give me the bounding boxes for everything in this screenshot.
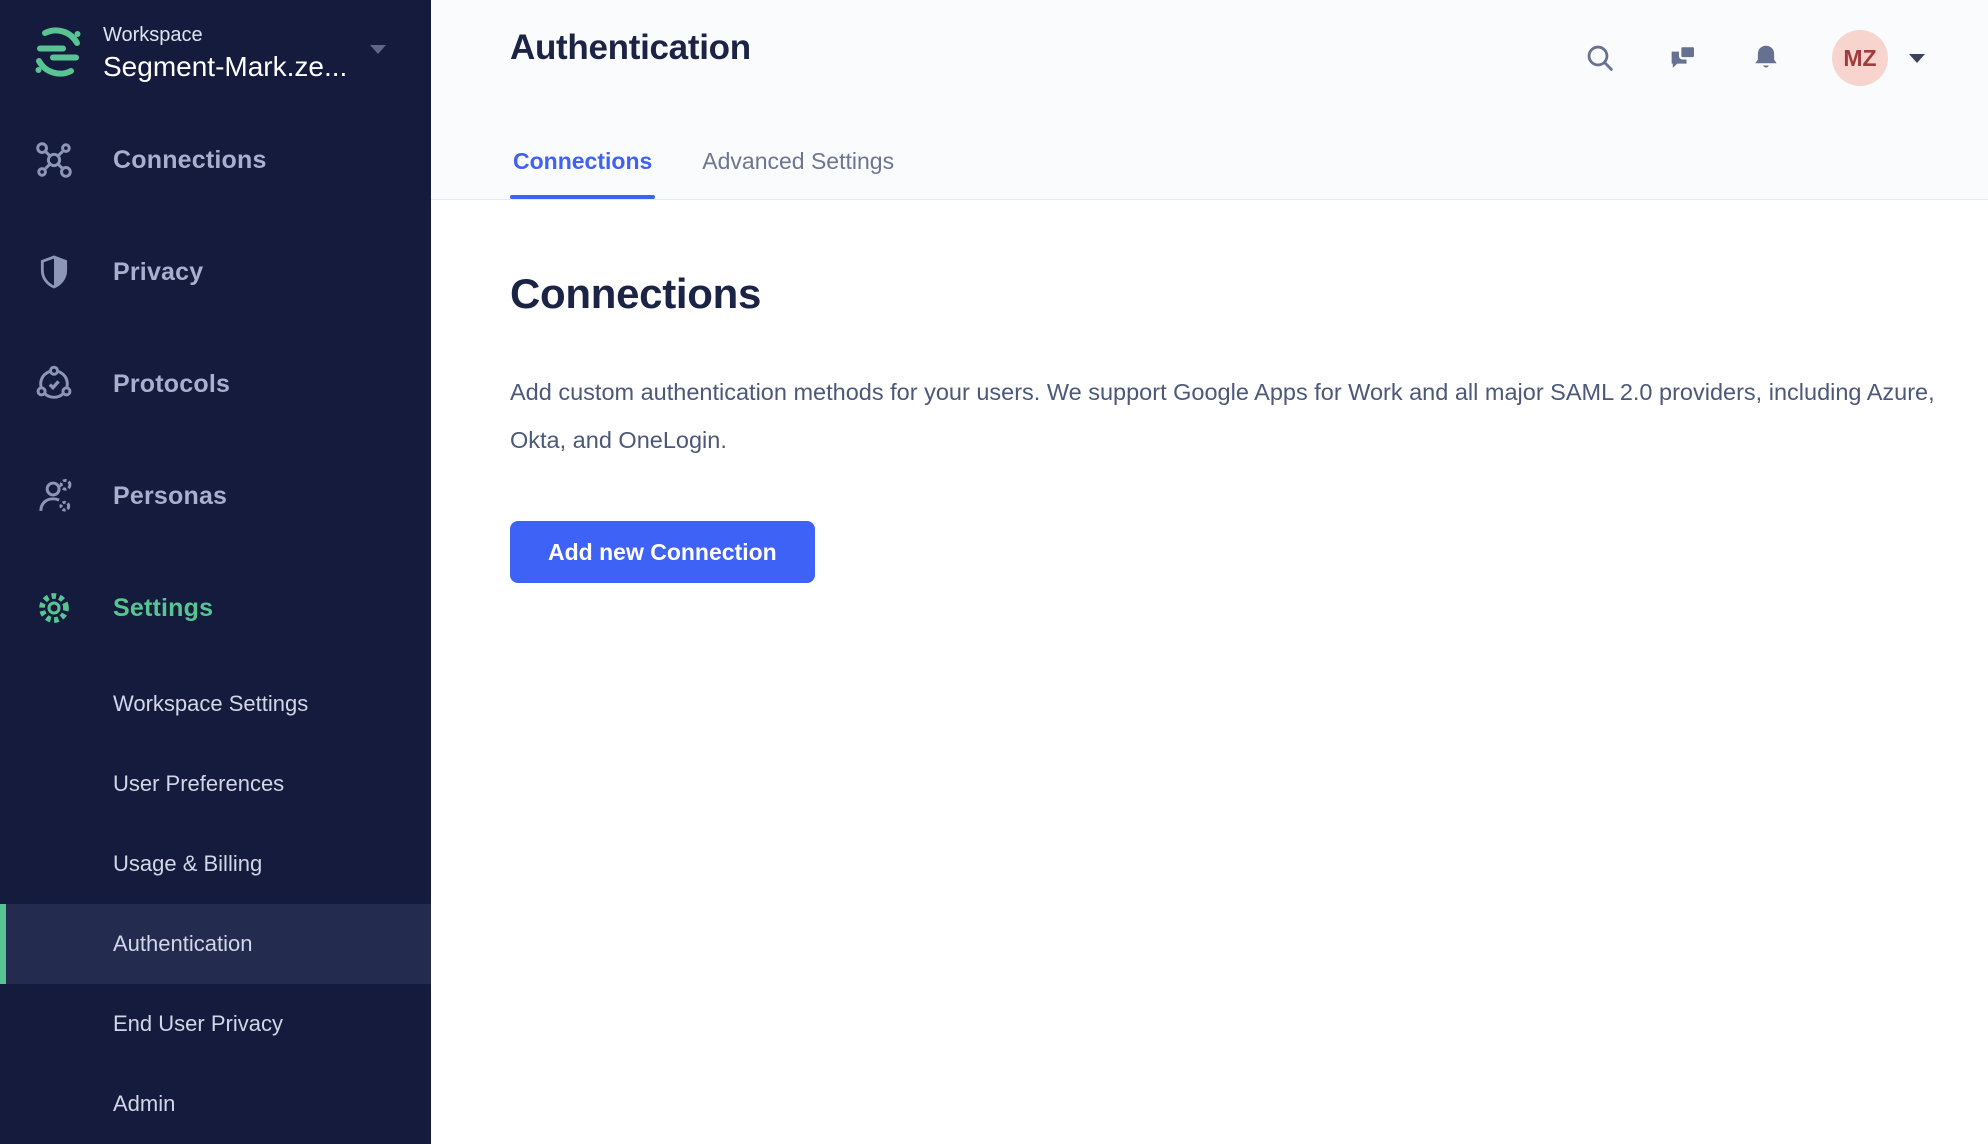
sidebar-item-authentication[interactable]: Authentication — [0, 904, 431, 984]
search-icon[interactable] — [1583, 41, 1617, 75]
section-description: Add custom authentication methods for yo… — [510, 368, 1940, 464]
workspace-name: Segment-Mark.ze... — [103, 49, 347, 84]
workspace-label: Workspace — [103, 22, 347, 49]
chat-icon[interactable] — [1666, 41, 1700, 75]
settings-gear-icon — [32, 586, 76, 630]
main-area: Authentication MZ — [431, 0, 1988, 1144]
sidebar-item-connections[interactable]: Connections — [0, 104, 431, 216]
tab-bar: Connections Advanced Settings — [510, 148, 897, 199]
tab-label: Advanced Settings — [702, 148, 894, 174]
sidebar-item-protocols[interactable]: Protocols — [0, 328, 431, 440]
personas-icon — [32, 474, 76, 518]
protocols-icon — [32, 362, 76, 406]
sidebar-item-label: Protocols — [113, 370, 230, 399]
section-heading: Connections — [510, 270, 1988, 318]
sidebar-item-label: Personas — [113, 482, 227, 511]
sidebar-subitem-label: Workspace Settings — [113, 691, 308, 717]
sidebar-subitem-label: End User Privacy — [113, 1011, 283, 1037]
caret-down-icon[interactable] — [1908, 53, 1926, 64]
sidebar: Workspace Segment-Mark.ze... — [0, 0, 431, 1144]
sidebar-item-usage-billing[interactable]: Usage & Billing — [0, 824, 431, 904]
sidebar-item-label: Connections — [113, 146, 267, 175]
sidebar-item-user-preferences[interactable]: User Preferences — [0, 744, 431, 824]
sidebar-item-label: Privacy — [113, 258, 203, 287]
sidebar-nav: Connections Privacy Proto — [0, 104, 431, 1144]
sidebar-item-privacy[interactable]: Privacy — [0, 216, 431, 328]
sidebar-item-admin[interactable]: Admin — [0, 1064, 431, 1144]
content-panel: Connections Add custom authentication me… — [431, 200, 1988, 583]
header-actions: MZ — [1583, 30, 1926, 86]
page-header: Authentication MZ — [431, 0, 1988, 200]
page-title: Authentication — [510, 28, 751, 68]
tab-label: Connections — [513, 148, 652, 174]
sidebar-item-workspace-settings[interactable]: Workspace Settings — [0, 664, 431, 744]
sidebar-item-settings[interactable]: Settings — [0, 552, 431, 664]
sidebar-item-end-user-privacy[interactable]: End User Privacy — [0, 984, 431, 1064]
workspace-switcher[interactable]: Workspace Segment-Mark.ze... — [0, 0, 431, 104]
privacy-shield-icon — [32, 250, 76, 294]
sidebar-item-personas[interactable]: Personas — [0, 440, 431, 552]
sidebar-item-label: Settings — [113, 594, 213, 623]
tab-advanced-settings[interactable]: Advanced Settings — [699, 148, 897, 199]
tab-connections[interactable]: Connections — [510, 148, 655, 199]
segment-logo-icon — [30, 24, 86, 80]
connections-icon — [32, 138, 76, 182]
sidebar-subitem-label: Authentication — [113, 931, 252, 957]
user-menu[interactable]: MZ — [1832, 30, 1926, 86]
sidebar-subitem-label: Admin — [113, 1091, 175, 1117]
sidebar-subitem-label: User Preferences — [113, 771, 284, 797]
active-tab-underline — [510, 195, 655, 199]
sidebar-subitem-label: Usage & Billing — [113, 851, 262, 877]
add-new-connection-button[interactable]: Add new Connection — [510, 521, 815, 583]
bell-icon[interactable] — [1749, 41, 1783, 75]
chevron-down-icon — [369, 44, 387, 55]
avatar[interactable]: MZ — [1832, 30, 1888, 86]
